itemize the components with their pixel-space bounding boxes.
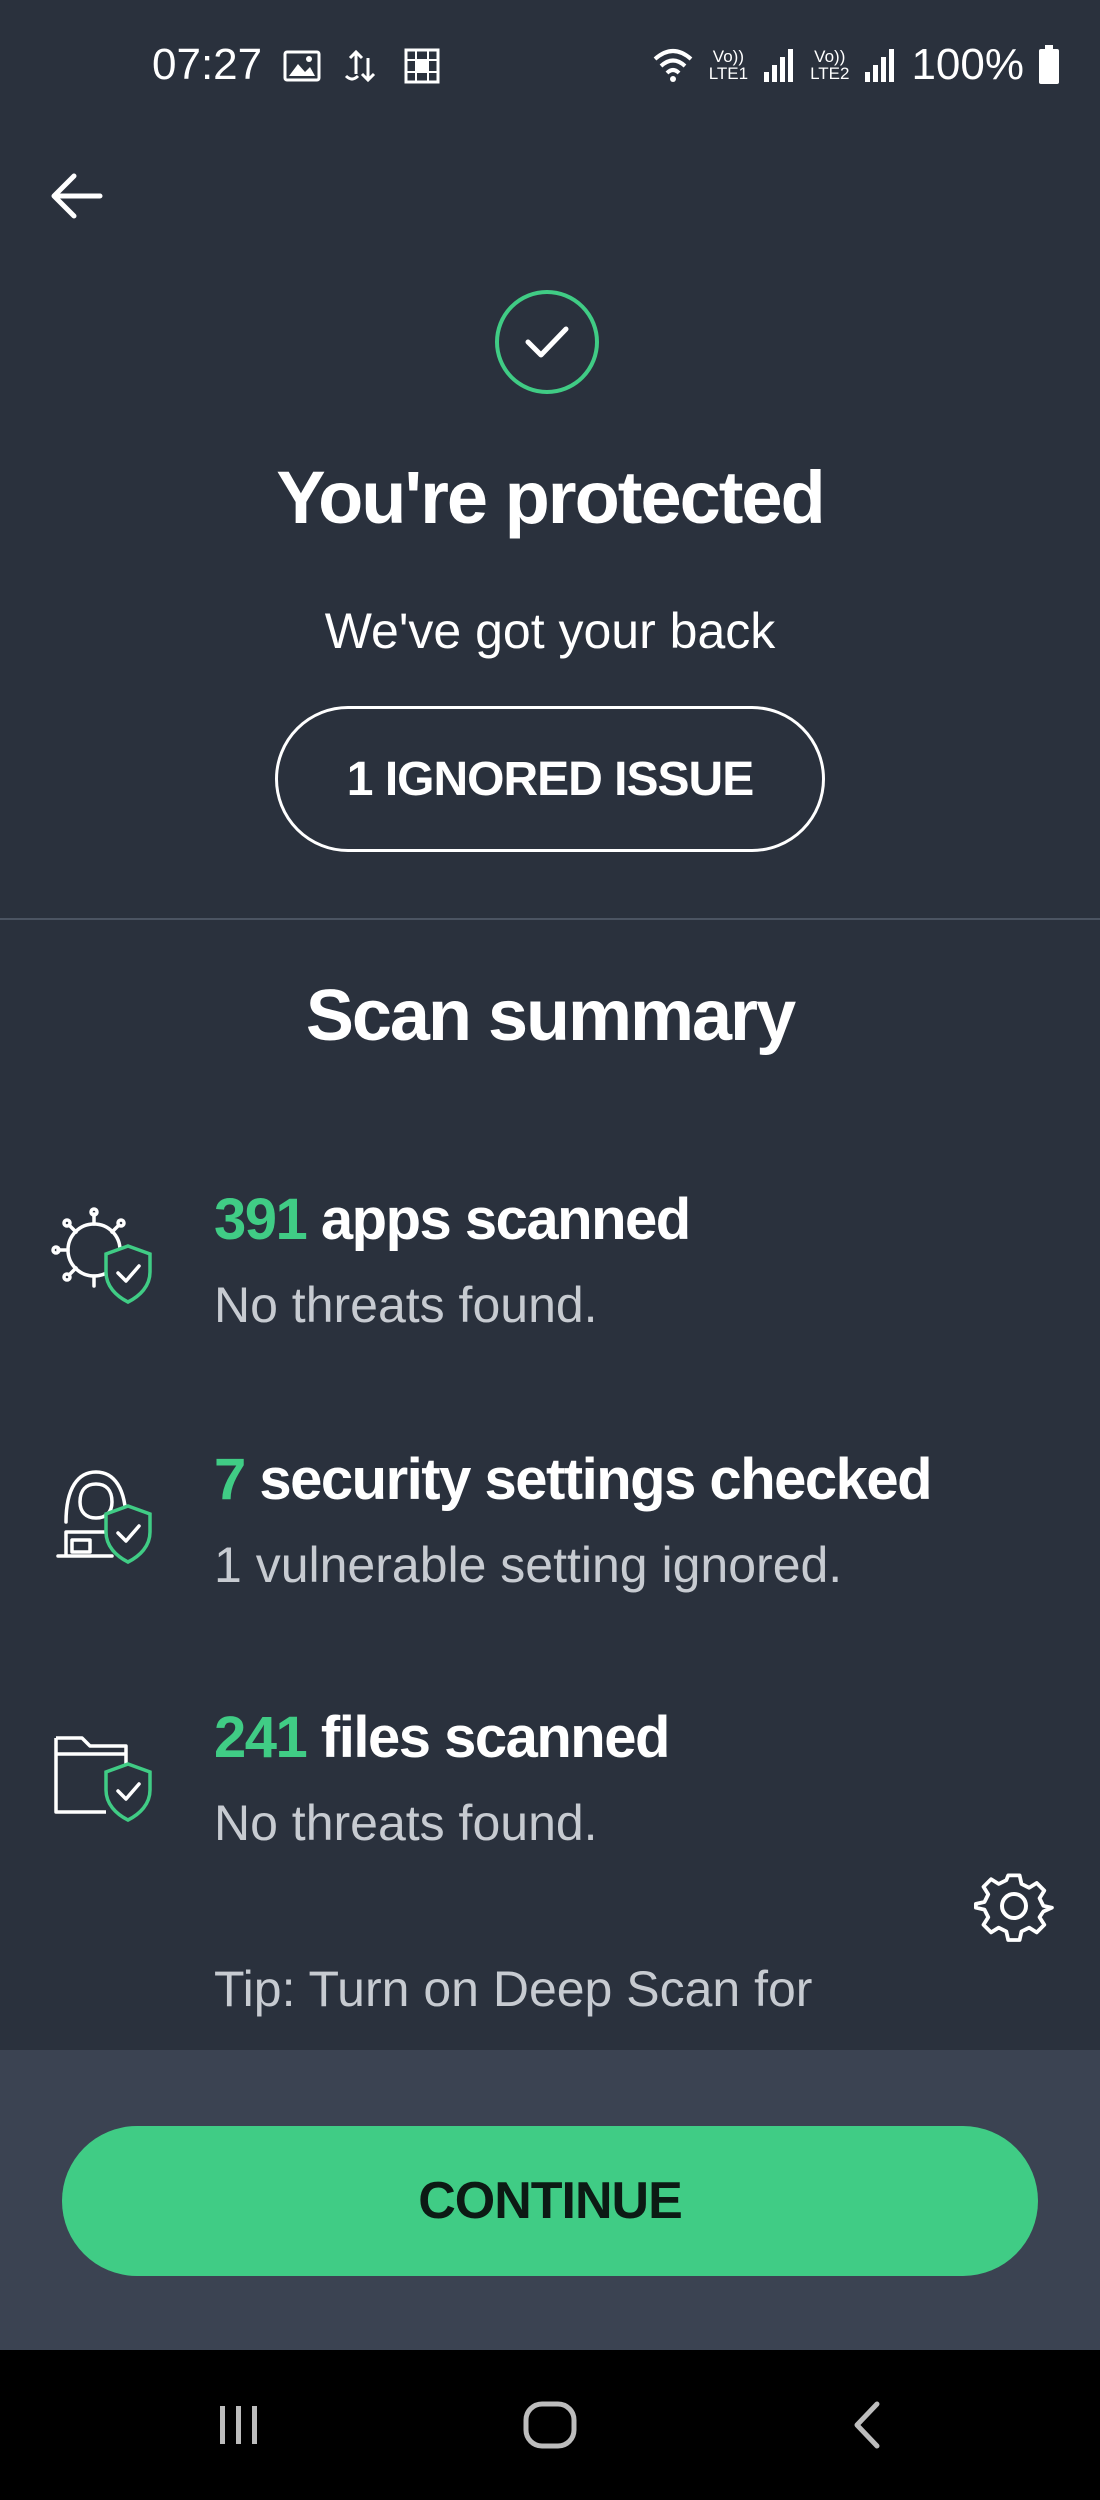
gear-icon — [974, 1873, 1054, 1942]
hacker-shield-icon — [56, 1470, 152, 1564]
summary-item-files: 241 files scanned No threats found. — [0, 1698, 1100, 1878]
ignored-issue-button[interactable]: 1 IGNORED ISSUE — [275, 706, 825, 852]
apps-scanned-label: apps scanned — [306, 1187, 691, 1252]
chevron-left-icon — [854, 2401, 880, 2449]
settings-checked-detail: 1 vulnerable setting ignored. — [214, 1537, 843, 1593]
app-notification-icon — [404, 48, 440, 84]
scan-summary-title: Scan summary — [305, 976, 796, 1056]
arrow-left-icon — [51, 173, 103, 219]
apps-virus-shield-icon — [51, 1207, 152, 1304]
continue-button[interactable]: CONTINUE — [62, 2126, 1038, 2276]
page-title: You're protected — [276, 456, 826, 539]
protected-check-icon — [495, 290, 599, 394]
gallery-icon — [283, 50, 321, 82]
summary-heading: 391 apps scanned — [214, 1186, 691, 1253]
summary-item-settings: 7 security settings checked 1 vulnerable… — [0, 1440, 1100, 1620]
bottom-action-panel: CONTINUE — [0, 2050, 1100, 2350]
sim1-network-label: Vo)) LTE1 — [708, 47, 749, 83]
transfer-icon — [344, 49, 376, 83]
files-scanned-count: 241 — [214, 1705, 308, 1770]
summary-heading: 241 files scanned — [214, 1704, 670, 1771]
divider — [0, 918, 1100, 920]
status-right: Vo)) LTE1 Vo)) LTE2 100% — [651, 40, 1060, 90]
page-subtitle: We've got your back — [324, 603, 776, 659]
battery-icon — [1039, 45, 1059, 84]
status-time: 07:27 — [152, 40, 263, 89]
back-button[interactable] — [40, 160, 112, 232]
summary-heading: 7 security settings checked — [214, 1446, 933, 1513]
notification-icons — [282, 46, 442, 86]
home-button[interactable] — [475, 2350, 625, 2500]
system-navigation-bar — [0, 2350, 1100, 2500]
settings-checked-label: security settings checked — [244, 1447, 932, 1512]
wifi-icon — [653, 49, 693, 82]
back-nav-button[interactable] — [792, 2350, 942, 2500]
signal-sim1-icon — [764, 49, 794, 82]
apps-scanned-count: 391 — [214, 1187, 308, 1252]
files-scanned-detail: No threats found. — [214, 1795, 598, 1851]
recent-apps-icon — [220, 2406, 257, 2444]
files-scanned-label: files scanned — [306, 1705, 670, 1770]
sim2-network-label: Vo)) LTE2 — [810, 47, 850, 83]
recent-apps-button[interactable] — [164, 2350, 314, 2500]
status-bar: 07:27 Vo)) LTE1 Vo)) LTE2 100% — [0, 0, 1100, 140]
summary-item-apps: 391 apps scanned No threats found. — [0, 1180, 1100, 1360]
deep-scan-tip: Tip: Turn on Deep Scan for — [214, 1961, 813, 2017]
battery-percent: 100% — [911, 40, 1024, 89]
signal-sim2-icon — [865, 49, 895, 82]
home-icon — [523, 2401, 577, 2449]
folder-shield-icon — [54, 1736, 152, 1822]
settings-checked-count: 7 — [214, 1447, 246, 1512]
checkmark-icon — [525, 326, 569, 358]
apps-scanned-detail: No threats found. — [214, 1277, 598, 1333]
scan-settings-button[interactable] — [974, 1866, 1054, 1946]
